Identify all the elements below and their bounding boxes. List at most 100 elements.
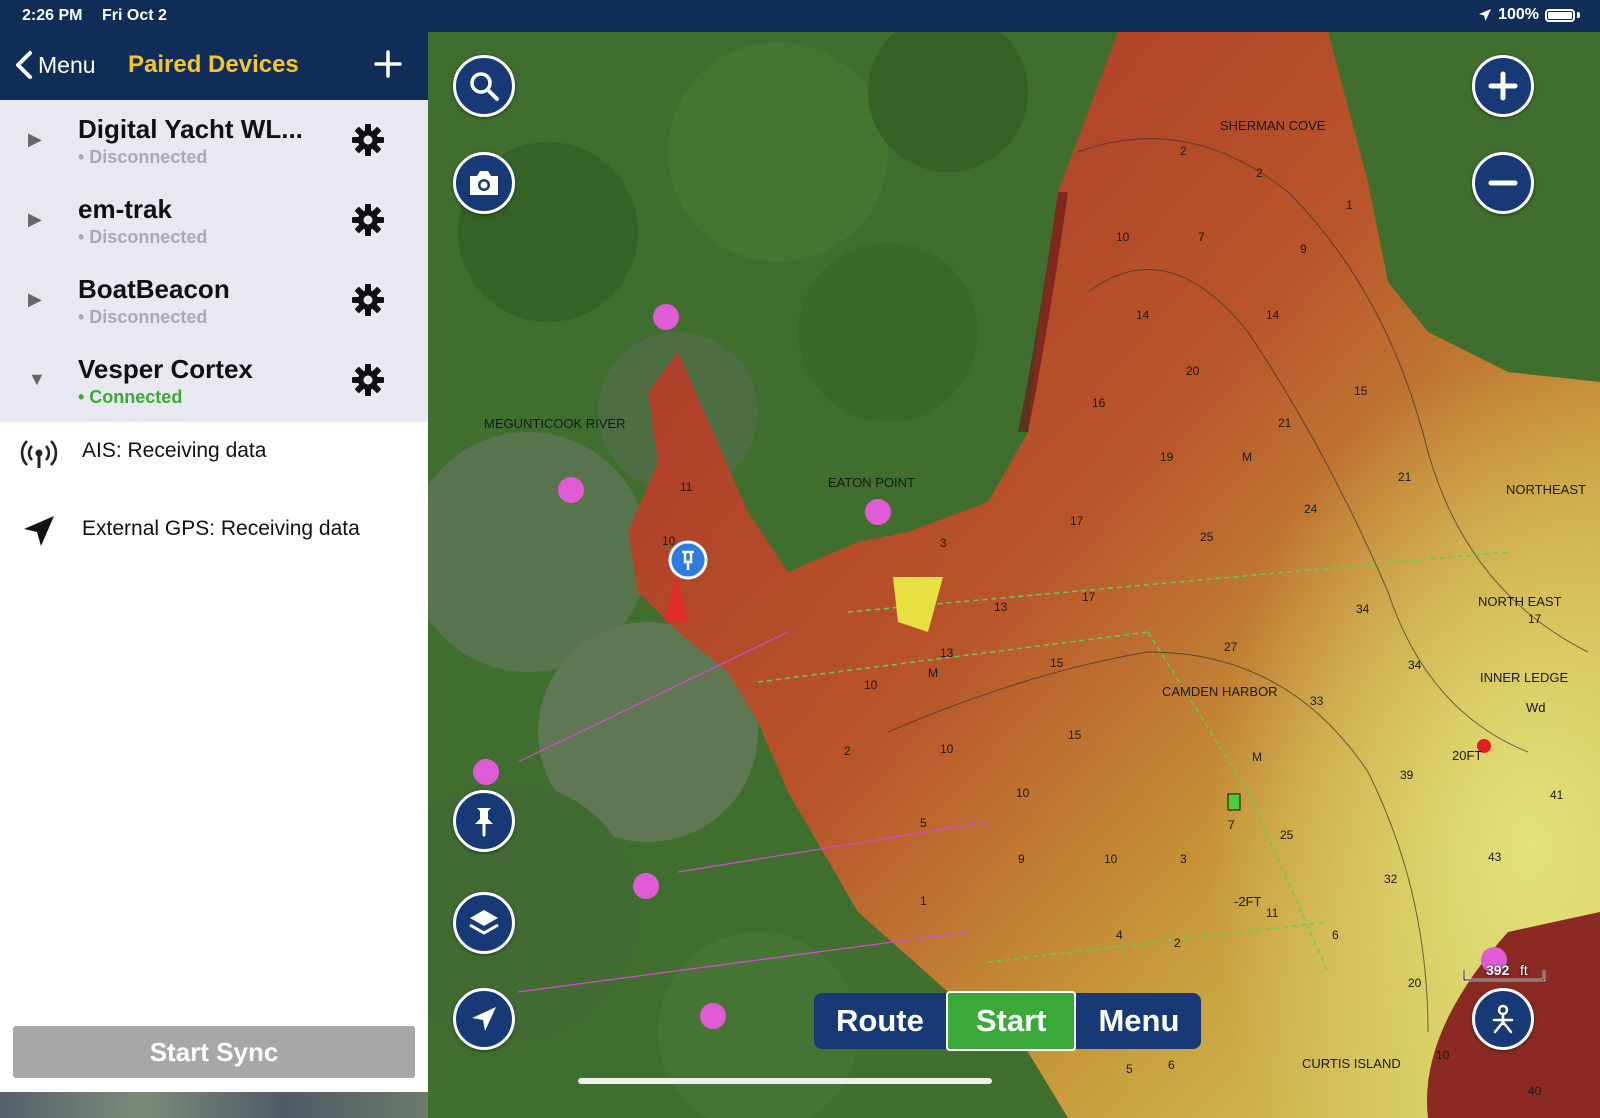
device-name: em-trak <box>78 194 172 224</box>
depth-sounding: 34 <box>1356 602 1370 616</box>
device-row[interactable]: ▶ em-trak • Disconnected <box>0 180 428 260</box>
depth-sounding: 14 <box>1136 308 1150 322</box>
navigation-arrow-icon <box>472 1007 496 1031</box>
depth-sounding: M <box>1252 750 1262 764</box>
depth-sounding: 10 <box>864 678 878 692</box>
chart-canvas[interactable] <box>428 32 1600 1118</box>
minus-icon <box>1488 180 1518 186</box>
map-scale: 392 ft <box>1462 962 1546 982</box>
scale-unit: ft <box>1520 962 1528 978</box>
device-row[interactable]: ▶ Digital Yacht WL... • Disconnected <box>0 100 428 180</box>
device-name: BoatBeacon <box>78 274 230 304</box>
drop-pin-button[interactable] <box>453 790 515 852</box>
battery-tip <box>1577 12 1580 18</box>
navigation-arrow-icon <box>24 516 54 546</box>
depth-sounding: 2 <box>1174 936 1181 950</box>
gear-icon[interactable] <box>350 362 386 398</box>
map-label-inner-ledge: INNER LEDGE <box>1480 670 1569 685</box>
depth-sounding: 2 <box>1180 144 1187 158</box>
anchor-watch-button[interactable] <box>1472 988 1534 1050</box>
depth-sounding: 10 <box>1016 786 1030 800</box>
nav-bar: Menu Paired Devices <box>0 32 428 100</box>
device-status: • Disconnected <box>78 147 208 167</box>
depth-sounding: 5 <box>920 816 927 830</box>
map-label-curtis-island: CURTIS ISLAND <box>1302 1056 1401 1071</box>
expand-arrow-icon[interactable]: ▶ <box>28 289 42 310</box>
depth-sounding: 14 <box>1266 308 1280 322</box>
depth-sounding: 15 <box>1068 728 1082 742</box>
map-label-northeast: NORTHEAST <box>1506 482 1586 497</box>
camera-button[interactable] <box>453 152 515 214</box>
map-label-megunticook-river: MEGUNTICOOK RIVER <box>484 416 626 431</box>
device-row[interactable]: ▶ BoatBeacon • Disconnected <box>0 260 428 340</box>
device-row[interactable]: ▼ Vesper Cortex • Connected <box>0 340 428 420</box>
expand-arrow-icon[interactable]: ▶ <box>28 129 42 150</box>
depth-sounding: 10 <box>940 742 954 756</box>
status-date: Fri Oct 2 <box>102 7 167 24</box>
pin-icon <box>475 808 493 837</box>
back-button[interactable]: Menu <box>14 50 96 80</box>
antenna-icon <box>20 440 58 468</box>
device-status: • Disconnected <box>78 307 208 327</box>
depth-sounding: 16 <box>1092 396 1106 410</box>
depth-sounding: 11 <box>1266 906 1279 920</box>
map-label-20ft: 20FT <box>1452 748 1483 763</box>
depth-sounding: 10 <box>1116 230 1130 244</box>
gear-icon[interactable] <box>350 202 386 238</box>
device-name: Vesper Cortex <box>78 354 253 384</box>
expand-arrow-icon[interactable]: ▶ <box>28 209 42 230</box>
depth-sounding: 7 <box>1228 818 1235 832</box>
depth-sounding: 17 <box>1082 590 1096 604</box>
depth-sounding: 10 <box>1436 1048 1450 1062</box>
status-bar: 2:26 PM Fri Oct 2 100% <box>0 0 1600 32</box>
zoom-out-button[interactable] <box>1472 152 1534 214</box>
layers-button[interactable] <box>453 892 515 954</box>
battery-percent: 100% <box>1498 6 1539 23</box>
start-sync-button[interactable]: Start Sync <box>13 1026 415 1078</box>
gps-status-label: External GPS: Receiving data <box>82 517 360 540</box>
map-label-wd: Wd <box>1526 700 1546 715</box>
depth-sounding: 4 <box>1116 928 1123 942</box>
collapse-arrow-icon[interactable]: ▼ <box>28 369 46 390</box>
nautical-chart-map[interactable]: SHERMAN COVE MEGUNTICOOK RIVER EATON POI… <box>428 32 1600 1118</box>
route-button[interactable]: Route <box>814 993 946 1049</box>
ais-status-label: AIS: Receiving data <box>82 439 267 462</box>
zoom-in-button[interactable] <box>1472 55 1534 117</box>
depth-sounding: 32 <box>1384 872 1398 886</box>
chevron-left-icon <box>16 51 32 79</box>
start-button[interactable]: Start <box>945 991 1077 1051</box>
depth-sounding: 2 <box>844 744 851 758</box>
depth-sounding: 21 <box>1278 416 1292 430</box>
device-name: Digital Yacht WL... <box>78 114 303 144</box>
depth-sounding: 11 <box>680 480 693 494</box>
depth-sounding: 25 <box>1280 828 1294 842</box>
route-toolbar: Route Start Menu <box>814 991 1202 1051</box>
camera-icon <box>470 171 498 195</box>
location-arrow-icon <box>1479 9 1492 21</box>
menu-button[interactable]: Menu <box>1076 993 1202 1049</box>
status-time: 2:26 PM <box>22 7 83 24</box>
depth-sounding: 33 <box>1310 694 1324 708</box>
location-button[interactable] <box>453 988 515 1050</box>
depth-sounding: 21 <box>1398 470 1412 484</box>
depth-sounding: 20 <box>1408 976 1422 990</box>
home-indicator[interactable] <box>578 1078 992 1084</box>
add-device-button[interactable] <box>370 46 406 82</box>
depth-sounding: 5 <box>1126 1062 1133 1076</box>
depth-sounding: 2 <box>1256 166 1263 180</box>
gear-icon[interactable] <box>350 282 386 318</box>
depth-sounding: 9 <box>1300 242 1307 256</box>
ais-status-row: AIS: Receiving data <box>0 422 428 482</box>
depth-sounding: 15 <box>1050 656 1064 670</box>
depth-sounding: 1 <box>1346 198 1353 212</box>
depth-sounding: 6 <box>1168 1058 1175 1072</box>
depth-sounding: 13 <box>994 600 1008 614</box>
gear-icon[interactable] <box>350 122 386 158</box>
depth-sounding: 25 <box>1200 530 1214 544</box>
layers-icon <box>469 910 499 935</box>
device-status: • Disconnected <box>78 227 208 247</box>
depth-sounding: 40 <box>1528 1084 1542 1098</box>
search-button[interactable] <box>453 55 515 117</box>
depth-sounding: 9 <box>1018 852 1025 866</box>
back-button-label: Menu <box>38 51 96 78</box>
